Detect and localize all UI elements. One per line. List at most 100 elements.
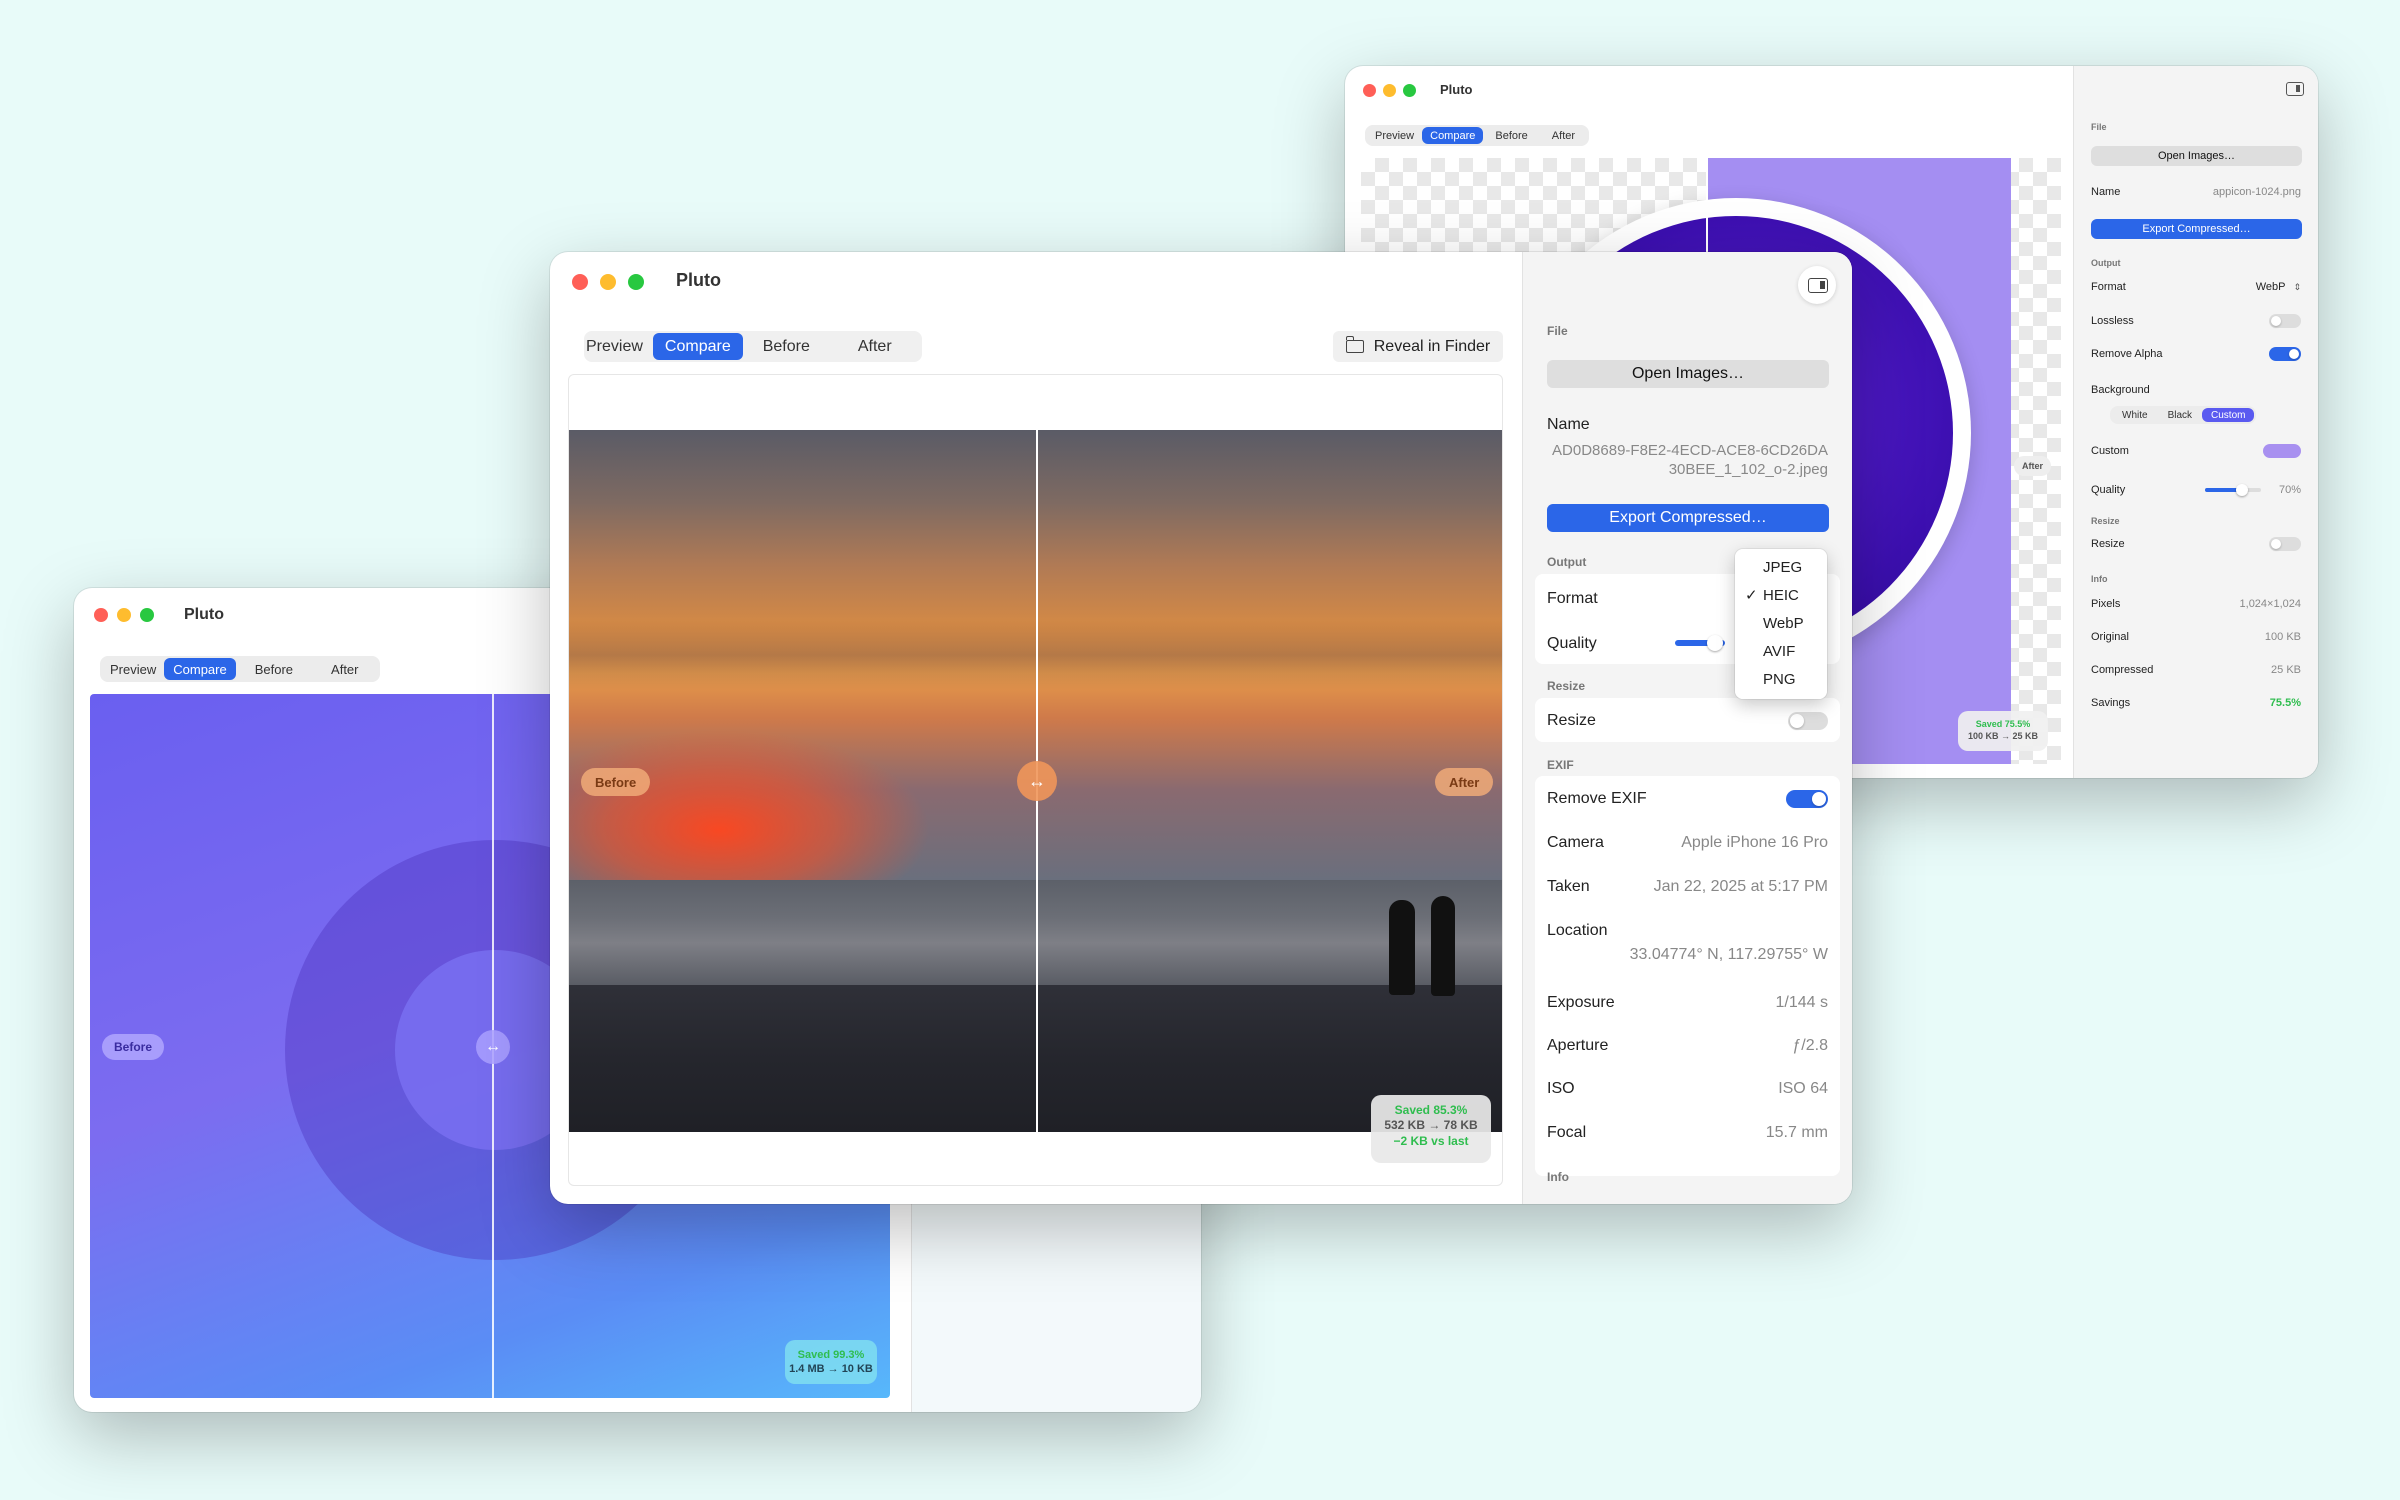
inspector-sidebar: File Open Images… Name appicon-1024.png …	[2073, 66, 2318, 778]
resize-toggle[interactable]	[1788, 712, 1828, 730]
info-row-pixels: Pixels 1,024×1,024	[2091, 598, 2301, 610]
file-name-value: appicon-1024.png	[2212, 186, 2301, 198]
background-segmented: White Black Custom	[2110, 406, 2257, 424]
export-compressed-button[interactable]: Export Compressed…	[1547, 504, 1829, 532]
minimize-button[interactable]	[600, 274, 616, 290]
background-custom[interactable]: Custom	[2202, 408, 2255, 422]
file-name-value: AD0D8689-F8E2-4ECD-ACE8-6CD26DA30BEE_1_1…	[1552, 442, 1828, 478]
window-controls	[94, 608, 154, 622]
file-section-header: File	[1547, 324, 1568, 338]
minimize-button[interactable]	[1383, 84, 1396, 97]
exif-row-taken: Taken Jan 22, 2025 at 5:17 PM	[1547, 878, 1828, 895]
sidebar-toggle-icon[interactable]	[1798, 266, 1836, 304]
info-row-savings: Savings 75.5%	[2091, 697, 2301, 709]
close-button[interactable]	[94, 608, 108, 622]
quality-value: 70%	[2278, 484, 2301, 496]
zoom-button[interactable]	[1403, 84, 1416, 97]
background-label: Background	[2091, 384, 2150, 396]
tab-compare[interactable]: Compare	[1422, 127, 1484, 144]
view-mode-tabs: Preview Compare Before After	[1365, 125, 1590, 146]
minimize-button[interactable]	[117, 608, 131, 622]
tab-after[interactable]: After	[1540, 127, 1587, 144]
divider-handle[interactable]: ↔	[476, 1030, 510, 1064]
output-section-header: Output	[1547, 555, 1587, 569]
savings-badge: Saved 99.3% 1.4 MB → 10 KB	[785, 1340, 877, 1384]
exif-card: Remove EXIF Camera Apple iPhone 16 Pro T…	[1535, 776, 1840, 1176]
view-mode-tabs: Preview Compare Before After	[100, 656, 380, 682]
quality-slider[interactable]	[2204, 484, 2261, 496]
tab-before[interactable]: Before	[1483, 127, 1539, 144]
size-change: 1.4 MB → 10 KB	[789, 1363, 873, 1376]
tab-preview[interactable]: Preview	[1367, 127, 1422, 144]
tab-preview[interactable]: Preview	[102, 658, 164, 680]
remove-alpha-row: Remove Alpha	[2074, 347, 2318, 361]
exif-section-header: EXIF	[1547, 758, 1574, 772]
file-section-header: File	[2091, 122, 2107, 132]
chevron-updown-icon: ⇕	[2293, 281, 2301, 292]
export-compressed-button[interactable]: Export Compressed…	[2091, 219, 2302, 239]
resize-card: Resize	[1535, 698, 1840, 742]
format-option-png[interactable]: PNG	[1735, 666, 1827, 694]
format-option-jpeg[interactable]: JPEG	[1735, 554, 1827, 582]
format-option-heic[interactable]: ✓ HEIC	[1735, 582, 1827, 610]
sidebar-toggle-icon[interactable]	[2286, 82, 2304, 96]
resize-toggle[interactable]	[2269, 537, 2301, 551]
name-label: Name	[1547, 416, 1590, 433]
remove-alpha-toggle[interactable]	[2269, 347, 2301, 361]
zoom-button[interactable]	[140, 608, 154, 622]
open-images-button[interactable]: Open Images…	[2091, 146, 2302, 166]
window-title: Pluto	[1440, 82, 1473, 97]
before-label: Before	[102, 1034, 165, 1060]
close-button[interactable]	[572, 274, 588, 290]
tab-compare[interactable]: Compare	[652, 333, 743, 360]
background-black[interactable]: Black	[2158, 408, 2202, 422]
checkmark-icon: ✓	[1745, 587, 1758, 604]
tab-preview[interactable]: Preview	[586, 333, 653, 360]
window-controls	[1363, 84, 1416, 97]
lossless-row: Lossless	[2074, 314, 2318, 328]
format-option-avif[interactable]: AVIF	[1735, 638, 1827, 666]
size-change: 532 KB → 78 KB	[1384, 1118, 1478, 1133]
savings-badge: Saved 75.5% 100 KB → 25 KB	[1958, 711, 2048, 751]
tab-before[interactable]: Before	[236, 658, 312, 680]
custom-color-row: Custom	[2074, 444, 2318, 458]
quality-row: Quality 70%	[2091, 484, 2301, 496]
savings-percent: Saved 99.3%	[797, 1349, 865, 1361]
tab-before[interactable]: Before	[743, 333, 830, 360]
remove-exif-toggle[interactable]	[1786, 790, 1828, 808]
tab-after[interactable]: After	[312, 658, 377, 680]
quality-label: Quality	[1547, 635, 1597, 652]
zoom-button[interactable]	[628, 274, 644, 290]
info-row-original: Original 100 KB	[2091, 631, 2301, 643]
custom-color-well[interactable]	[2263, 444, 2301, 458]
after-label: After	[2014, 456, 2052, 476]
format-label: Format	[1547, 590, 1598, 607]
folder-icon	[1345, 336, 1364, 353]
format-select[interactable]: WebP ⇕	[2256, 281, 2301, 293]
resize-label: Resize	[1547, 712, 1596, 729]
inspector-sidebar: File Open Images… Name AD0D8689-F8E2-4EC…	[1522, 252, 1852, 1204]
background-white[interactable]: White	[2112, 408, 2158, 422]
close-button[interactable]	[1363, 84, 1376, 97]
tab-after[interactable]: After	[830, 333, 920, 360]
quality-slider[interactable]	[1675, 635, 1725, 651]
format-option-webp[interactable]: WebP	[1735, 610, 1827, 638]
remove-exif-label: Remove EXIF	[1547, 790, 1647, 807]
lossless-toggle[interactable]	[2269, 314, 2301, 328]
tab-compare[interactable]: Compare	[164, 658, 236, 680]
resize-row: Resize	[2074, 537, 2318, 551]
info-section-header: Info	[1547, 1170, 1569, 1184]
silhouette-person-2	[1431, 896, 1455, 996]
exif-row-camera: Camera Apple iPhone 16 Pro	[1547, 834, 1828, 851]
reveal-in-finder-button[interactable]: Reveal in Finder	[1333, 331, 1503, 362]
divider-handle[interactable]: ↔	[1017, 761, 1057, 801]
view-mode-tabs: Preview Compare Before After	[584, 331, 922, 362]
savings-percent: Saved 75.5%	[1975, 719, 2031, 729]
resize-section-header: Resize	[2091, 516, 2120, 526]
window-title: Pluto	[676, 270, 721, 290]
format-row: Format WebP ⇕	[2091, 281, 2301, 293]
silhouette-person-1	[1389, 900, 1415, 995]
savings-percent: Saved 85.3%	[1394, 1103, 1468, 1117]
compare-canvas[interactable]: ↔ Before After Saved 85.3% 532 KB → 78 K…	[568, 374, 1503, 1186]
open-images-button[interactable]: Open Images…	[1547, 360, 1829, 388]
